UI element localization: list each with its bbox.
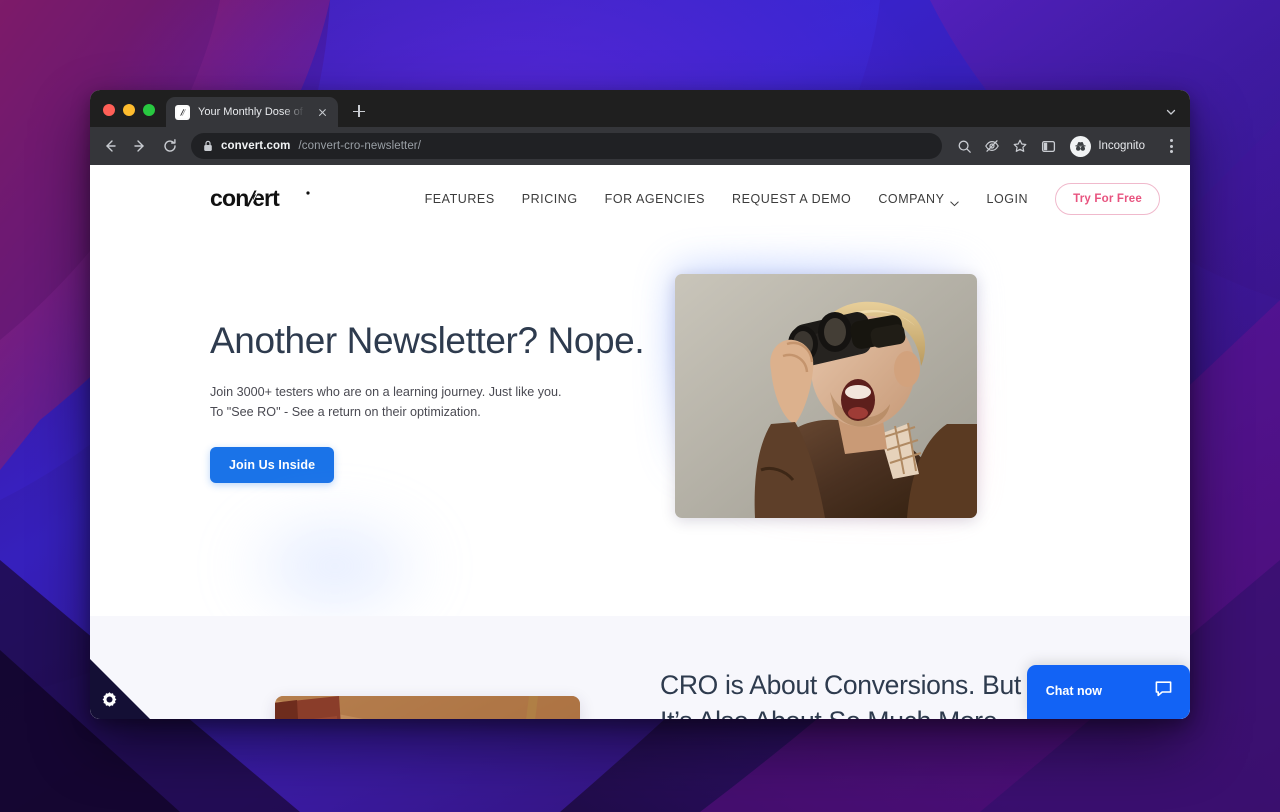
cro-title-line1: CRO is About Conversions. But [660, 670, 1021, 700]
url-path: /convert-cro-newsletter/ [298, 140, 422, 152]
close-window-button[interactable] [103, 104, 115, 116]
new-tab-button[interactable] [346, 98, 372, 124]
hero-subtitle: Join 3000+ testers who are on a learning… [210, 383, 650, 421]
join-us-inside-button[interactable]: Join Us Inside [210, 446, 335, 483]
lock-icon [203, 140, 213, 152]
nav-item-login[interactable]: LOGIN [986, 192, 1028, 206]
page-viewport: con ert FEATURES PRICING FOR AGENCIES RE… [90, 165, 1190, 719]
search-icon[interactable] [951, 133, 977, 159]
nav-item-for-agencies[interactable]: FOR AGENCIES [605, 192, 705, 206]
svg-text:con: con [210, 186, 249, 211]
close-tab-button[interactable] [315, 105, 330, 120]
incognito-avatar [1070, 135, 1092, 157]
side-panel-icon[interactable] [1035, 133, 1061, 159]
tab-title: Your Monthly Dose of Insights [198, 106, 307, 118]
browser-toolbar: convert.com/convert-cro-newsletter/ Inco… [90, 127, 1190, 165]
nav-label: PRICING [521, 191, 578, 206]
tab-strip: Your Monthly Dose of Insights [90, 90, 1190, 127]
star-icon[interactable] [1007, 133, 1033, 159]
gear-icon [101, 691, 118, 708]
chat-bubble-icon [1154, 679, 1173, 703]
address-bar[interactable]: convert.com/convert-cro-newsletter/ [191, 133, 943, 159]
traffic-lights [90, 104, 166, 127]
profile-label: Incognito [1098, 140, 1145, 152]
nav-label: REQUEST A DEMO [732, 191, 852, 206]
url-domain: convert.com [221, 140, 291, 152]
hero-title: Another Newsletter? Nope. [210, 320, 645, 361]
nav-item-pricing[interactable]: PRICING [522, 192, 578, 206]
chat-widget[interactable]: Chat now [1026, 665, 1190, 719]
nav-item-company[interactable]: COMPANY [878, 191, 960, 206]
chat-now-label: Chat now [1045, 684, 1102, 698]
hero-subtitle-line1: Join 3000+ testers who are on a learning… [210, 385, 562, 400]
browser-window: Your Monthly Dose of Insights [90, 90, 1190, 719]
cro-media [90, 668, 660, 719]
nav-item-request-a-demo[interactable]: REQUEST A DEMO [732, 192, 851, 206]
svg-text:ert: ert [252, 186, 280, 211]
profile-chip[interactable]: Incognito [1067, 133, 1156, 159]
chevron-down-icon [950, 196, 960, 206]
try-for-free-button[interactable]: Try For Free [1055, 182, 1160, 215]
nav-label: LOGIN [986, 191, 1029, 206]
reload-button[interactable] [156, 132, 184, 160]
browser-menu-button[interactable] [1160, 139, 1182, 153]
back-button[interactable] [96, 132, 124, 160]
nav-label: FOR AGENCIES [604, 191, 706, 206]
convert-favicon-icon [175, 104, 190, 120]
minimize-window-button[interactable] [123, 104, 135, 116]
chevron-down-icon[interactable] [1164, 105, 1178, 119]
nav-label: COMPANY [878, 191, 945, 206]
cro-image [275, 696, 580, 719]
nav-label: FEATURES [424, 191, 495, 206]
site-logo[interactable]: con ert [210, 186, 314, 212]
hero-section: Another Newsletter? Nope. Join 3000+ tes… [90, 232, 1190, 626]
hero-decorative-blob [230, 506, 440, 626]
eye-slash-icon[interactable] [979, 133, 1005, 159]
convert-logo-icon: con ert [210, 186, 310, 211]
hero-subtitle-line2: To "See RO" - See a return on their opti… [210, 404, 481, 419]
forward-button[interactable] [126, 132, 154, 160]
browser-tab[interactable]: Your Monthly Dose of Insights [166, 97, 338, 127]
site-header: con ert FEATURES PRICING FOR AGENCIES RE… [90, 165, 1190, 232]
hero-media [650, 254, 1190, 616]
hero-image [675, 274, 977, 518]
cro-section: CRO is About Conversions. But It’s Also … [90, 616, 1190, 719]
cro-title-line2: It’s Also About So Much More [660, 706, 998, 719]
nav-item-features[interactable]: FEATURES [425, 192, 495, 206]
site-nav: FEATURES PRICING FOR AGENCIES REQUEST A … [425, 182, 1160, 215]
maximize-window-button[interactable] [143, 104, 155, 116]
